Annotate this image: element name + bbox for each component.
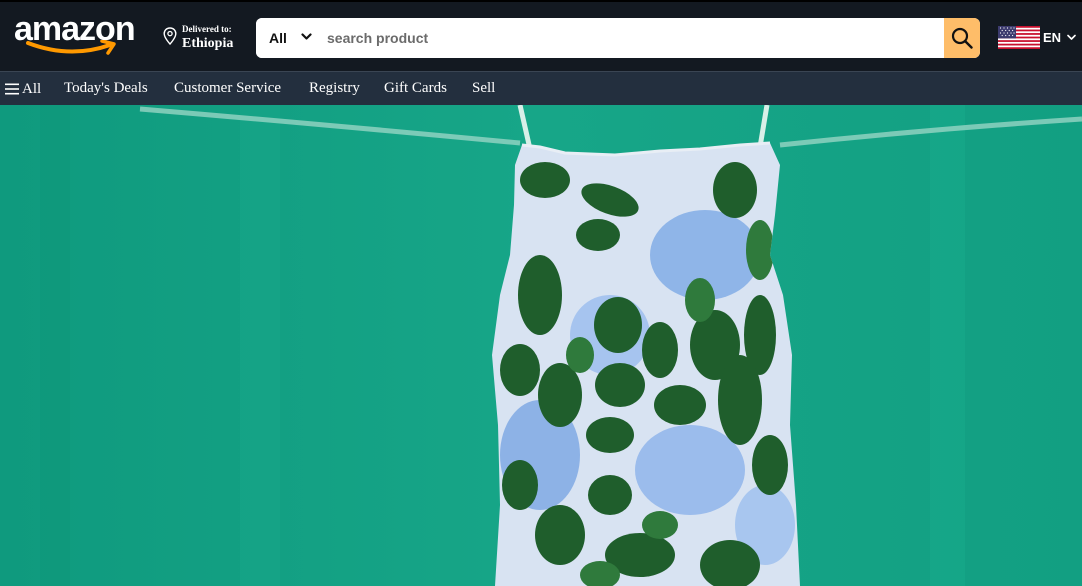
logo-smile-icon [26,40,116,55]
search-category-label: All [269,30,287,46]
map-pin-icon [163,27,177,45]
search-icon [951,27,973,49]
nav-item-registry[interactable]: Registry [309,72,360,106]
nav-bar: All Today's Deals Customer Service Regis… [0,71,1082,105]
us-flag-icon [998,26,1040,49]
top-header: amazon Delivered to: Ethiopia All search… [0,0,1082,71]
deliver-country: Ethiopia [182,36,234,51]
search-input[interactable] [318,18,944,58]
language-selector[interactable]: EN [998,26,1078,50]
delivery-location[interactable]: Delivered to: Ethiopia [163,22,253,54]
deliver-label: Delivered to: [182,24,232,34]
hero-banner-image[interactable] [0,105,1082,586]
search-bar: All [256,18,980,58]
chevron-down-icon [1067,34,1076,40]
chevron-down-icon [301,33,312,40]
nav-item-todays-deals[interactable]: Today's Deals [64,72,148,106]
search-button[interactable] [944,18,980,58]
amazon-logo[interactable]: amazon [14,10,148,58]
nav-all-menu[interactable]: All [5,72,41,106]
hero-dress-illustration [0,105,1082,586]
language-label: EN [1043,30,1062,45]
nav-item-sell[interactable]: Sell [472,72,495,106]
search-category-select[interactable]: All [256,18,318,58]
nav-item-gift-cards[interactable]: Gift Cards [384,72,447,106]
nav-all-label: All [22,80,42,97]
nav-item-customer-service[interactable]: Customer Service [174,72,281,106]
hamburger-icon [5,83,19,95]
